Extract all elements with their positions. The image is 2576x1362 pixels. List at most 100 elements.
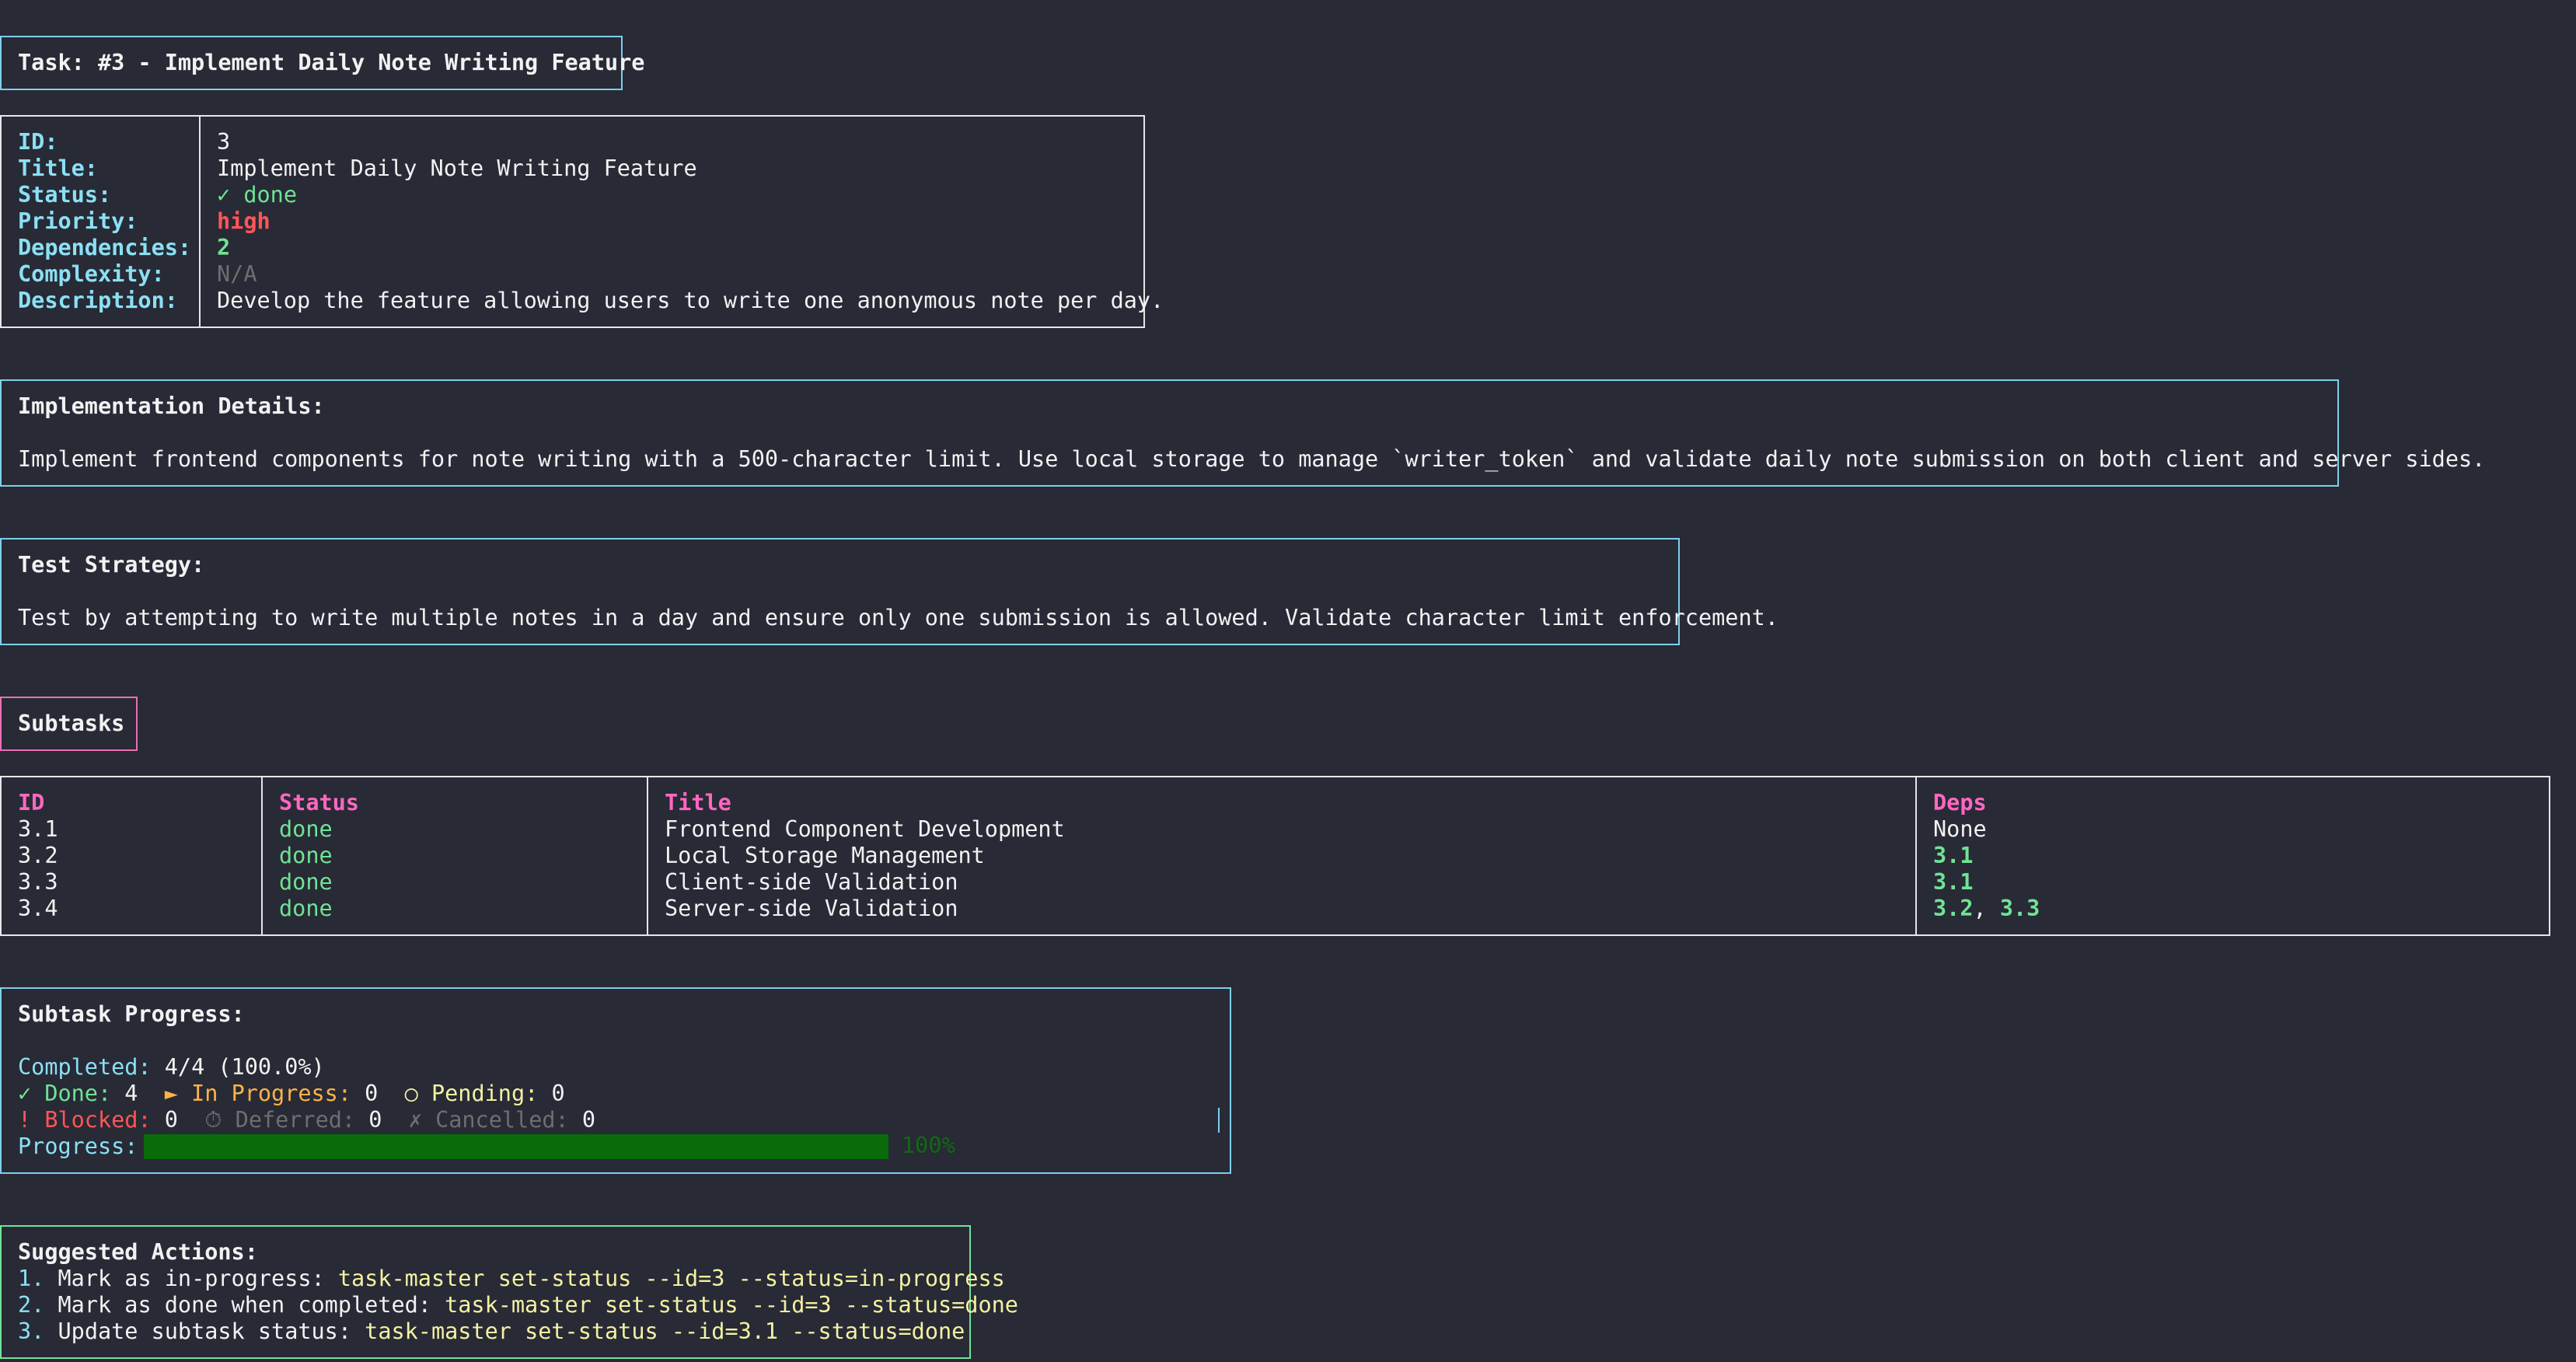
cancelled-value: 0 <box>581 1107 596 1133</box>
col-divider-1 <box>261 777 263 934</box>
column-header-id: ID <box>18 790 45 815</box>
col-status: Status done done done done <box>279 790 359 922</box>
col-divider-3 <box>1915 777 1917 934</box>
completed-value: 4/4 (100.0%) <box>164 1054 325 1080</box>
label-dependencies: Dependencies: <box>18 235 192 260</box>
subtask-deps: 3.1 <box>1933 843 1974 868</box>
subtask-id: 3.3 <box>18 869 58 895</box>
action-item[interactable]: 1. Mark as in-progress: task-master set-… <box>18 1266 1018 1292</box>
value-priority: high <box>217 208 271 234</box>
implementation-details-box: Implementation Details: Implement fronte… <box>0 379 2485 487</box>
col-id: ID 3.1 3.2 3.3 3.4 <box>18 790 58 922</box>
blocked-label: ! Blocked: <box>18 1107 152 1133</box>
action-number: 3. <box>18 1318 45 1344</box>
deferred-label: ⏱ Deferred: <box>204 1107 356 1133</box>
done-value: 4 <box>124 1081 138 1106</box>
subtasks-table: ID 3.1 3.2 3.3 3.4 Status done done done… <box>0 776 2550 936</box>
subtask-id: 3.4 <box>18 896 58 921</box>
blocked-value: 0 <box>164 1107 178 1133</box>
completed-label: Completed: <box>18 1054 152 1080</box>
label-priority: Priority: <box>18 208 138 234</box>
in-progress-label: ► In Progress: <box>164 1081 351 1106</box>
action-command[interactable]: task-master set-status --id=3 --status=d… <box>445 1292 1018 1318</box>
subtask-title: Server-side Validation <box>665 896 958 921</box>
action-number: 1. <box>18 1266 45 1291</box>
col-deps: Deps None 3.1 3.1 3.2, 3.3 <box>1933 790 2040 922</box>
completed-line: Completed: 4/4 (100.0%) <box>18 1054 595 1081</box>
label-description: Description: <box>18 288 178 313</box>
status-text: done <box>243 182 297 208</box>
progress-label: Progress: <box>18 1133 138 1159</box>
in-progress-value: 0 <box>365 1081 379 1106</box>
value-status: ✓ done <box>217 182 1164 208</box>
cancelled-label: ✗ Cancelled: <box>408 1107 569 1133</box>
test-strategy-text: Test by attempting to write multiple not… <box>18 605 1778 630</box>
subtask-status: done <box>279 896 333 921</box>
action-text: Mark as done when completed: <box>58 1292 431 1318</box>
action-command[interactable]: task-master set-status --id=3 --status=i… <box>338 1266 1005 1291</box>
progress-track <box>144 1134 888 1159</box>
label-id: ID: <box>18 129 58 155</box>
subtask-title: Frontend Component Development <box>665 816 1065 842</box>
cursor-mark <box>1218 1108 1220 1133</box>
test-strategy-box: Test Strategy: Test by attempting to wri… <box>0 538 1778 645</box>
subtask-deps: 3.1 <box>1933 869 1974 895</box>
progress-bar-fill <box>144 1134 888 1159</box>
deferred-value: 0 <box>368 1107 382 1133</box>
task-info-table: ID: Title: Status: Priority: Dependencie… <box>0 115 1164 328</box>
label-status: Status: <box>18 182 112 208</box>
status-line-1: ✓ Done: 4 ► In Progress: 0 ○ Pending: 0 <box>18 1081 595 1107</box>
value-title: Implement Daily Note Writing Feature <box>217 155 697 181</box>
progress-percent: 100% <box>902 1133 955 1158</box>
dep-item: 3.3 <box>1999 896 2040 921</box>
column-header-deps: Deps <box>1933 790 1987 815</box>
implementation-heading: Implementation Details: <box>18 393 325 419</box>
info-values: 3 Implement Daily Note Writing Feature ✓… <box>217 129 1164 314</box>
subtask-status: done <box>279 816 333 842</box>
value-id: 3 <box>217 129 231 155</box>
action-text: Update subtask status: <box>58 1318 352 1344</box>
subtasks-header-box: Subtasks <box>0 697 138 751</box>
status-line-2: ! Blocked: 0 ⏱ Deferred: 0 ✗ Cancelled: … <box>18 1107 595 1133</box>
subtask-title: Local Storage Management <box>665 843 985 868</box>
col-divider-2 <box>647 777 648 934</box>
subtask-deps: 3.2, 3.3 <box>1933 896 2040 922</box>
actions-heading: Suggested Actions: <box>18 1239 258 1265</box>
action-item[interactable]: 3. Update subtask status: task-master se… <box>18 1318 1018 1345</box>
subtask-progress-box: Subtask Progress: Completed: 4/4 (100.0%… <box>0 987 1231 1174</box>
value-description: Develop the feature allowing users to wr… <box>217 288 1164 313</box>
subtasks-header-title: Subtasks <box>18 711 125 736</box>
action-text: Mark as in-progress: <box>58 1266 325 1291</box>
check-icon: ✓ <box>217 182 231 208</box>
actions-list: 1. Mark as in-progress: task-master set-… <box>18 1266 1018 1345</box>
implementation-text: Implement frontend components for note w… <box>18 446 2486 472</box>
progress-heading: Subtask Progress: <box>18 1001 245 1027</box>
subtask-id: 3.2 <box>18 843 58 868</box>
pending-label: ○ Pending: <box>404 1081 539 1106</box>
action-number: 2. <box>18 1292 45 1318</box>
subtask-status: done <box>279 869 333 895</box>
column-header-title: Title <box>665 790 731 815</box>
value-dependencies[interactable]: 2 <box>217 235 1164 261</box>
done-label: ✓ Done: <box>18 1081 112 1106</box>
subtask-status: done <box>279 843 333 868</box>
label-complexity: Complexity: <box>18 261 165 287</box>
subtask-title: Client-side Validation <box>665 869 958 895</box>
col-title: Title Frontend Component Development Loc… <box>665 790 1065 922</box>
task-header-box: Task: #3 - Implement Daily Note Writing … <box>0 36 644 90</box>
action-command[interactable]: task-master set-status --id=3.1 --status… <box>365 1318 965 1344</box>
info-labels: ID: Title: Status: Priority: Dependencie… <box>18 129 191 314</box>
column-header-status: Status <box>279 790 359 815</box>
label-title: Title: <box>18 155 98 181</box>
dep-separator: , <box>1973 896 2000 921</box>
value-complexity: N/A <box>217 261 257 287</box>
pending-value: 0 <box>551 1081 565 1106</box>
subtask-id: 3.1 <box>18 816 58 842</box>
test-strategy-heading: Test Strategy: <box>18 552 205 578</box>
info-divider <box>199 117 201 327</box>
dep-item: 3.2 <box>1933 896 1974 921</box>
subtask-deps: None <box>1933 816 1987 842</box>
suggested-actions-box: Suggested Actions: 1. Mark as in-progres… <box>0 1225 1018 1359</box>
action-item[interactable]: 2. Mark as done when completed: task-mas… <box>18 1292 1018 1318</box>
task-header-title: Task: #3 - Implement Daily Note Writing … <box>18 50 645 75</box>
